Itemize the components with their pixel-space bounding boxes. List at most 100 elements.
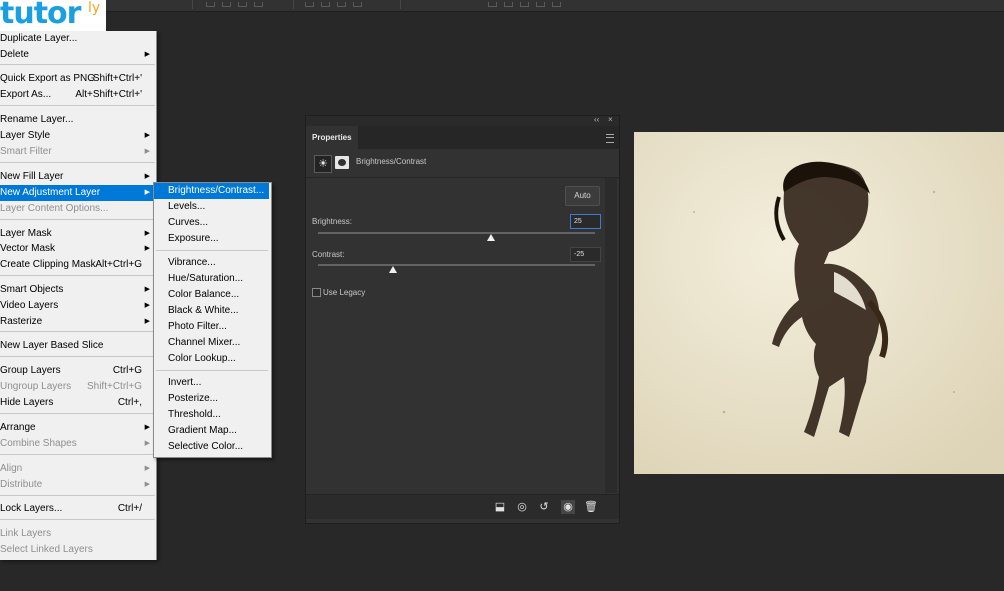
submenu-item-color-lookup[interactable]: Color Lookup...: [154, 351, 269, 367]
auto-button[interactable]: Auto: [565, 186, 600, 206]
submenu-item-label: Invert...: [168, 377, 202, 388]
distribute-left-icon[interactable]: [353, 1, 362, 7]
contrast-slider-track[interactable]: [318, 264, 595, 266]
submenu-item-photo-filter[interactable]: Photo Filter...: [154, 319, 269, 335]
submenu-item-label: Color Lookup...: [168, 353, 236, 364]
menu-item-new-fill-layer[interactable]: New Fill Layer ▶: [0, 169, 155, 185]
brightness-input[interactable]: 25: [570, 214, 601, 229]
submenu-item-label: Hue/Saturation...: [168, 273, 244, 284]
menu-item-create-clipping-mask[interactable]: Create Clipping Mask Alt+Ctrl+G: [0, 257, 155, 273]
submenu-item-selective-color[interactable]: Selective Color...: [154, 439, 269, 455]
menu-item-new-adjustment-layer[interactable]: New Adjustment Layer ▶: [0, 185, 155, 201]
submenu-item-color-balance[interactable]: Color Balance...: [154, 287, 269, 303]
submenu-arrow-icon: ▶: [144, 465, 150, 472]
menu-item-duplicate-layer[interactable]: Duplicate Layer...: [0, 31, 155, 47]
options-bar: [0, 0, 1004, 12]
visibility-eye-icon[interactable]: ◉: [561, 500, 575, 514]
menu-item-new-layer-based-slice[interactable]: New Layer Based Slice: [0, 338, 155, 354]
align-left-icon[interactable]: [206, 1, 215, 7]
submenu-item-label: Vibrance...: [168, 257, 216, 268]
3d-rotate-icon[interactable]: [488, 1, 497, 7]
submenu-arrow-icon: ▶: [144, 286, 150, 293]
distribute-icons[interactable]: [305, 0, 362, 8]
view-previous-state-icon[interactable]: ◎: [515, 500, 529, 514]
3d-roll-icon[interactable]: [504, 1, 513, 7]
menu-item-shortcut: Alt+Ctrl+G: [95, 259, 142, 270]
contrast-input[interactable]: -25: [570, 247, 601, 262]
panel-menu-icon[interactable]: [606, 134, 614, 143]
use-legacy-checkbox[interactable]: [312, 288, 321, 297]
contrast-slider-thumb[interactable]: [388, 266, 397, 273]
clip-to-layer-icon[interactable]: ⬓: [493, 500, 507, 514]
submenu-arrow-icon: ▶: [144, 173, 150, 180]
distribute-bottom-icon[interactable]: [337, 1, 346, 7]
layer-mask-icon[interactable]: [335, 156, 349, 169]
delete-trash-icon[interactable]: 🗑: [584, 500, 598, 514]
submenu-item-threshold[interactable]: Threshold...: [154, 407, 269, 423]
menu-item-quick-export-as-png[interactable]: Quick Export as PNG Shift+Ctrl+': [0, 71, 155, 87]
menu-item-delete[interactable]: Delete ▶: [0, 47, 155, 63]
submenu-item-label: Photo Filter...: [168, 321, 227, 332]
reset-icon[interactable]: ↺: [537, 500, 551, 514]
menu-item-align: Align ▶: [0, 461, 155, 477]
menu-item-video-layers[interactable]: Video Layers ▶: [0, 298, 155, 314]
submenu-item-exposure[interactable]: Exposure...: [154, 231, 269, 247]
submenu-arrow-icon: ▶: [144, 318, 150, 325]
menu-item-layer-content-options: Layer Content Options...: [0, 201, 155, 217]
align-right-icon[interactable]: [238, 1, 247, 7]
tab-properties[interactable]: Properties: [306, 126, 358, 149]
menu-item-vector-mask[interactable]: Vector Mask ▶: [0, 241, 155, 257]
3d-drag-icon[interactable]: [520, 1, 529, 7]
menu-item-ungroup-layers: Ungroup Layers Shift+Ctrl+G: [0, 379, 155, 395]
menu-separator: [0, 105, 155, 106]
close-panel-icon[interactable]: ×: [608, 115, 613, 124]
collapse-panel-icon[interactable]: ‹‹: [594, 115, 599, 124]
align-icons[interactable]: [206, 0, 263, 8]
menu-item-distribute: Distribute ▶: [0, 477, 155, 493]
menu-item-rasterize[interactable]: Rasterize ▶: [0, 314, 155, 330]
menu-item-smart-objects[interactable]: Smart Objects ▶: [0, 282, 155, 298]
submenu-item-label: Gradient Map...: [168, 425, 237, 436]
align-top-icon[interactable]: [254, 1, 263, 7]
distribute-middle-icon[interactable]: [321, 1, 330, 7]
3d-mode-icons[interactable]: [488, 0, 561, 8]
menu-item-rename-layer[interactable]: Rename Layer...: [0, 112, 155, 128]
menu-item-label: Lock Layers...: [0, 503, 63, 514]
3d-scale-icon[interactable]: [552, 1, 561, 7]
distribute-top-icon[interactable]: [305, 1, 314, 7]
submenu-item-curves[interactable]: Curves...: [154, 215, 269, 231]
submenu-item-posterize[interactable]: Posterize...: [154, 391, 269, 407]
brightness-contrast-icon[interactable]: ☀: [314, 155, 332, 173]
submenu-item-label: Selective Color...: [168, 441, 244, 452]
menu-item-layer-style[interactable]: Layer Style ▶: [0, 128, 155, 144]
photo-image: [634, 132, 1004, 474]
menu-item-label: New Fill Layer: [0, 171, 64, 182]
brightness-slider-track[interactable]: [318, 232, 595, 234]
submenu-item-hue-saturation[interactable]: Hue/Saturation...: [154, 271, 269, 287]
submenu-item-black-white[interactable]: Black & White...: [154, 303, 269, 319]
brightness-slider-thumb[interactable]: [487, 234, 496, 241]
menu-separator: [0, 219, 155, 220]
panel-scrollbar[interactable]: [605, 178, 617, 493]
align-center-icon[interactable]: [222, 1, 231, 7]
menu-item-lock-layers[interactable]: Lock Layers... Ctrl+/: [0, 501, 155, 517]
menu-item-arrange[interactable]: Arrange ▶: [0, 420, 155, 436]
menu-item-group-layers[interactable]: Group Layers Ctrl+G: [0, 363, 155, 379]
submenu-item-gradient-map[interactable]: Gradient Map...: [154, 423, 269, 439]
3d-slide-icon[interactable]: [536, 1, 545, 7]
menu-item-layer-mask[interactable]: Layer Mask ▶: [0, 226, 155, 242]
submenu-item-levels[interactable]: Levels...: [154, 199, 269, 215]
menu-item-label: Hide Layers: [0, 397, 54, 408]
menu-item-export-as[interactable]: Export As... Alt+Shift+Ctrl+': [0, 87, 155, 103]
menu-item-label: Rename Layer...: [0, 114, 74, 125]
submenu-item-brightness-contrast[interactable]: Brightness/Contrast...: [154, 183, 269, 199]
document-canvas[interactable]: [634, 132, 1004, 474]
submenu-item-vibrance[interactable]: Vibrance...: [154, 255, 269, 271]
menu-item-label: Select Linked Layers: [0, 544, 93, 555]
submenu-arrow-icon: ▶: [144, 148, 150, 155]
menu-item-smart-filter: Smart Filter ▶: [0, 144, 155, 160]
menu-item-hide-layers[interactable]: Hide Layers Ctrl+,: [0, 395, 155, 411]
submenu-item-channel-mixer[interactable]: Channel Mixer...: [154, 335, 269, 351]
submenu-arrow-icon: ▶: [144, 245, 150, 252]
submenu-item-invert[interactable]: Invert...: [154, 375, 269, 391]
